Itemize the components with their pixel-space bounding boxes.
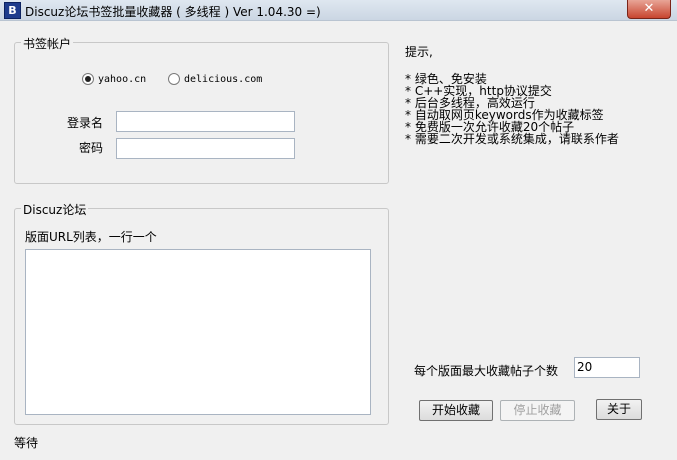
password-label: 密码 <box>79 141 104 155</box>
url-list-textarea[interactable] <box>25 249 371 415</box>
radio-delicious-label: delicious.com <box>184 73 263 85</box>
login-label: 登录名 <box>67 116 104 130</box>
tip-line: * 需要二次开发或系统集成，请联系作者 <box>405 132 619 146</box>
max-posts-label: 每个版面最大收藏帖子个数 <box>414 364 559 378</box>
url-list-label: 版面URL列表，一行一个 <box>25 230 157 244</box>
close-button[interactable]: ✕ <box>627 0 671 19</box>
password-input[interactable] <box>116 138 295 159</box>
window-title: Discuz论坛书签批量收藏器 ( 多线程 ) Ver 1.04.30 =) <box>25 5 321 19</box>
discuz-group-legend: Discuz论坛 <box>21 201 89 218</box>
radio-selected-icon <box>82 73 94 85</box>
radio-unselected-icon <box>168 73 180 85</box>
start-button[interactable]: 开始收藏 <box>419 400 493 421</box>
about-button[interactable]: 关于 <box>596 399 642 420</box>
radio-delicious[interactable]: delicious.com <box>168 73 262 85</box>
status-text: 等待 <box>14 436 39 450</box>
tips-title: 提示, <box>405 45 433 59</box>
app-icon: B <box>4 2 21 19</box>
radio-yahoo[interactable]: yahoo.cn <box>82 73 146 85</box>
max-posts-input[interactable] <box>574 357 640 378</box>
radio-yahoo-label: yahoo.cn <box>98 73 147 85</box>
stop-button[interactable]: 停止收藏 <box>500 400 575 421</box>
title-bar[interactable]: B Discuz论坛书签批量收藏器 ( 多线程 ) Ver 1.04.30 =)… <box>0 0 677 21</box>
account-group-legend: 书签帐户 <box>21 35 74 52</box>
login-input[interactable] <box>116 111 295 132</box>
tips-panel: 提示, * 绿色、免安装 * C++实现，http协议提交 * 后台多线程，高效… <box>405 46 619 145</box>
